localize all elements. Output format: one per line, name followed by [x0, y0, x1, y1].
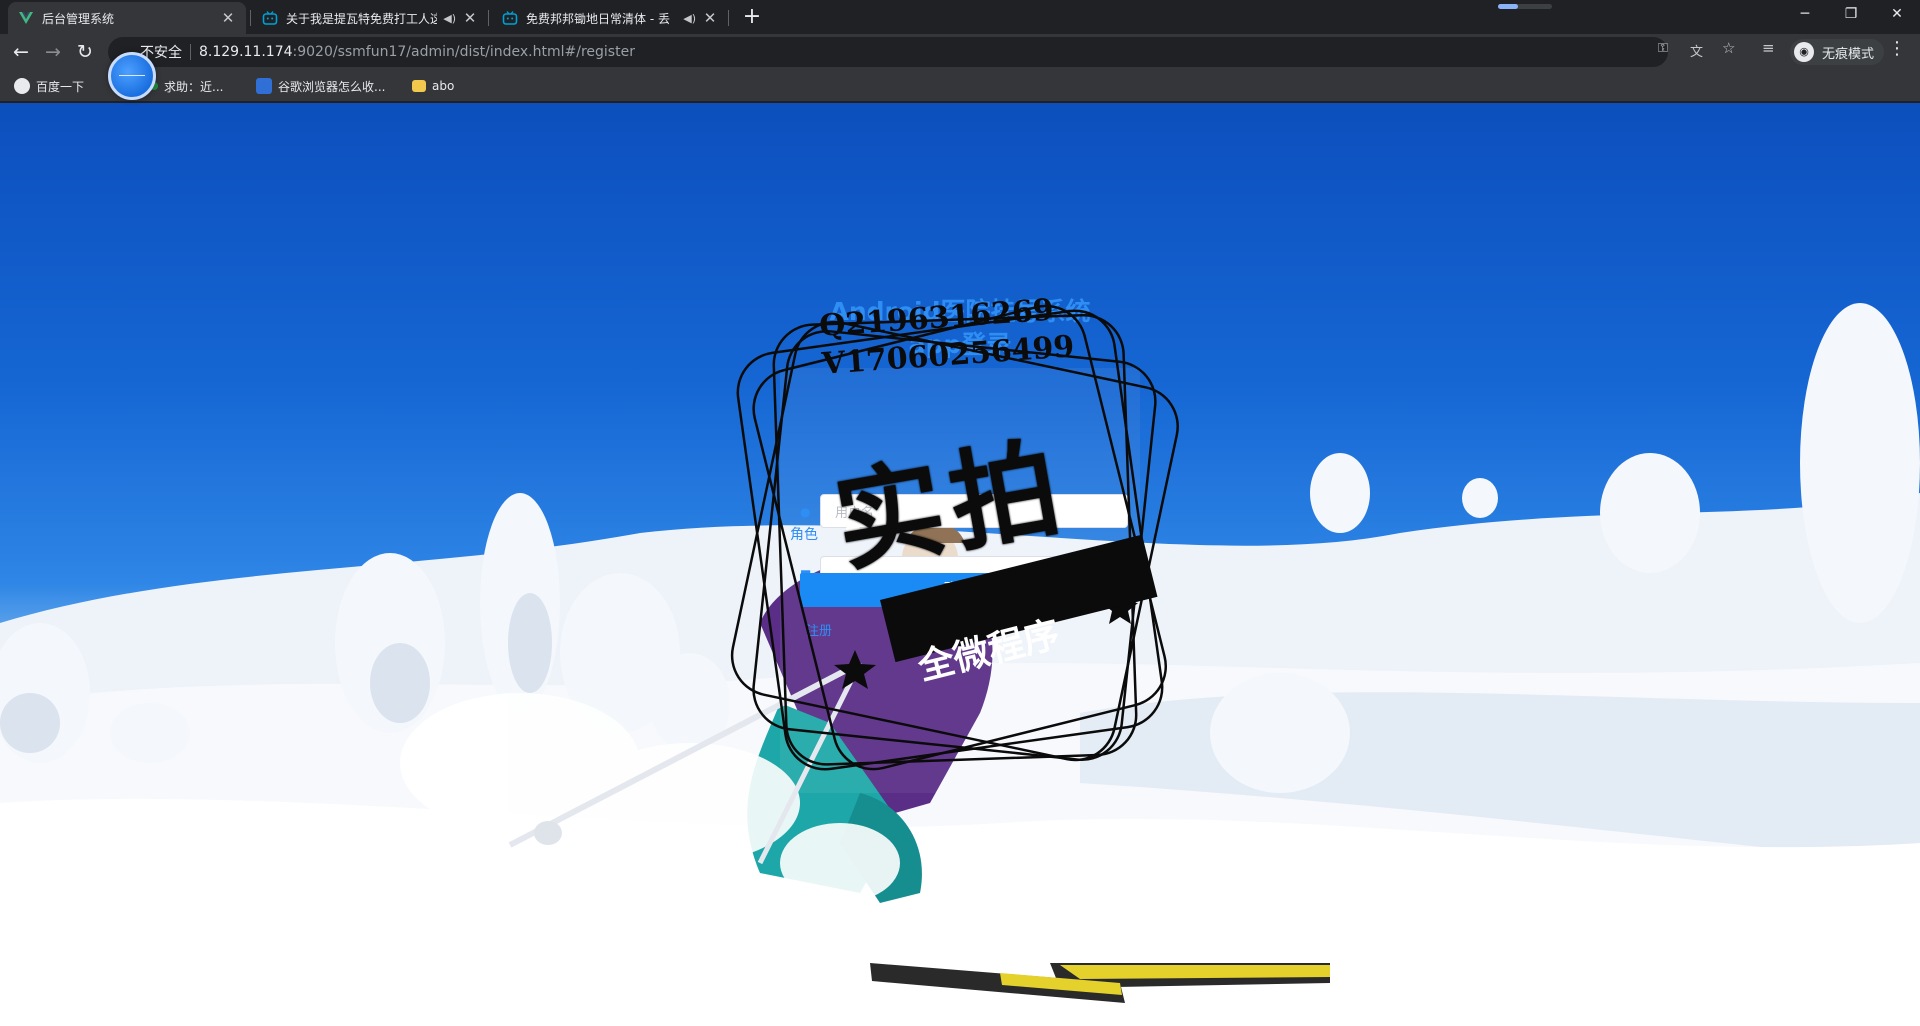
baidu-paw-icon [256, 78, 272, 94]
close-tab-icon[interactable]: ✕ [702, 9, 718, 27]
profile-label: 无痕模式 [1822, 46, 1875, 62]
close-window-button[interactable]: ✕ [1874, 0, 1920, 30]
translate-icon[interactable]: 文 [1690, 41, 1703, 60]
close-tab-icon[interactable]: ✕ [462, 9, 478, 27]
menu-icon[interactable]: ⋮ [1888, 38, 1906, 59]
browser-toolbar: ← → ↻ 不安全 8.129.11.174:9020/ssmfun17/adm… [0, 34, 1920, 70]
tab-bilibili-1[interactable]: 关于我是提瓦特免费打工人这 ◀) ✕ [252, 2, 488, 34]
media-volume-slider[interactable] [1498, 4, 1552, 9]
tab-title: 关于我是提瓦特免费打工人这 [286, 11, 438, 26]
bookmark-help[interactable]: 求助：近... [150, 76, 223, 96]
incognito-icon: ◉ [1794, 42, 1814, 62]
window-controls: ─ ❐ ✕ [1782, 0, 1920, 30]
back-button[interactable]: ← [6, 37, 36, 67]
minimize-button[interactable]: ─ [1782, 0, 1828, 30]
tab-title: 后台管理系统 [42, 11, 115, 26]
bookmark-label: abo [432, 79, 455, 93]
screen-recorder-cursor-icon [108, 52, 156, 100]
baidu-icon [14, 78, 30, 94]
bookmark-label: 百度一下 [36, 79, 85, 94]
address-bar[interactable]: 不安全 8.129.11.174:9020/ssmfun17/admin/dis… [108, 37, 1668, 67]
tab-title: 免费邦邦锄地日常清体 - 丢 [526, 11, 670, 26]
bilibili-icon [502, 10, 518, 26]
speaker-icon[interactable]: ◀) [443, 12, 456, 25]
new-tab-button[interactable]: + [738, 4, 766, 32]
bookmark-chrome-question[interactable]: 谷歌浏览器怎么收... [256, 76, 385, 96]
bookmarks-bar: 百度一下 求助：近... 谷歌浏览器怎么收... abo [0, 70, 1920, 102]
key-icon[interactable]: ⚿ [1658, 41, 1668, 56]
url-host: 8.129.11.174 [199, 44, 293, 60]
tab-strip: 后台管理系统 ✕ 关于我是提瓦特免费打工人这 ◀) ✕ 免费邦邦锄地日常清体 -… [0, 0, 1920, 34]
close-tab-icon[interactable]: ✕ [220, 9, 236, 27]
folder-icon [412, 80, 426, 92]
reload-button[interactable]: ↻ [70, 37, 100, 67]
bookmark-label: 求助：近... [164, 79, 224, 94]
bookmark-label: 谷歌浏览器怎么收... [278, 79, 386, 94]
restore-button[interactable]: ❐ [1828, 0, 1874, 30]
star-icon[interactable]: ☆ [1722, 39, 1735, 57]
incognito-profile-button[interactable]: ◉ 无痕模式 [1790, 39, 1885, 65]
url-path: :9020/ssmfun17/admin/dist/index.html#/re… [292, 44, 635, 60]
bookmark-folder-abo[interactable]: abo [412, 76, 454, 96]
bilibili-icon [262, 10, 278, 26]
bookmark-baidu[interactable]: 百度一下 [14, 76, 84, 96]
tab-bilibili-2[interactable]: 免费邦邦锄地日常清体 - 丢 ◀) ✕ [492, 2, 728, 34]
media-playlist-icon[interactable]: ≡ [1762, 39, 1775, 57]
forward-button[interactable]: → [38, 37, 68, 67]
speaker-icon[interactable]: ◀) [683, 12, 696, 25]
tab-admin[interactable]: 后台管理系统 ✕ [8, 2, 246, 34]
vue-logo-icon [18, 10, 34, 26]
